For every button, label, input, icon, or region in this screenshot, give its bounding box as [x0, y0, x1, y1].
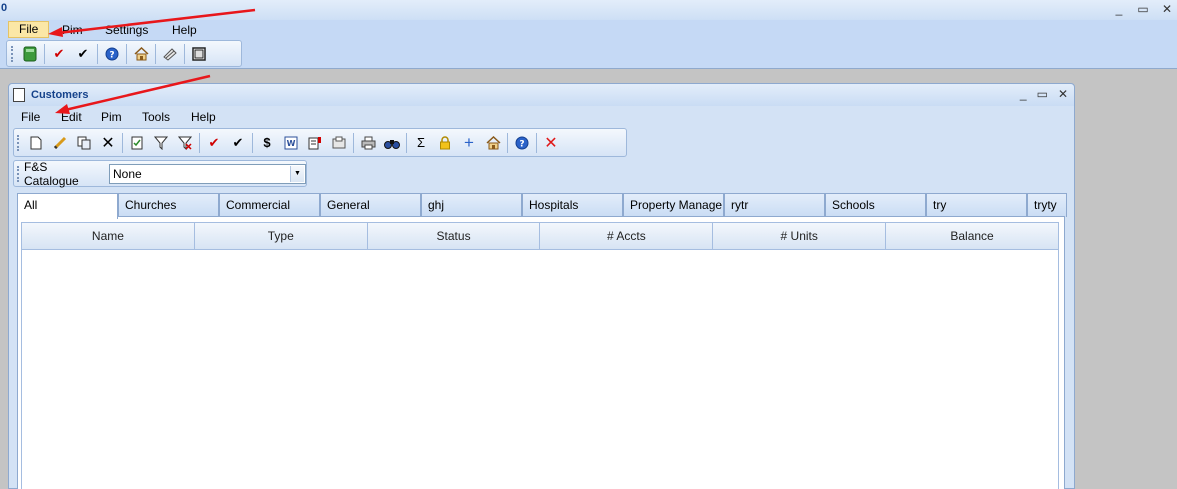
- lock-icon[interactable]: [433, 132, 457, 154]
- clear-filter-icon[interactable]: [173, 132, 197, 154]
- check-red-icon[interactable]: ✔: [202, 132, 226, 154]
- toolbar-separator: [406, 132, 407, 153]
- svg-text:?: ?: [519, 139, 524, 149]
- menu-pim[interactable]: Pim: [62, 23, 83, 37]
- menu-file[interactable]: File: [8, 21, 50, 38]
- customers-toolbar: ✕ ✔ ✔ $ W Σ + ? ✕: [13, 128, 627, 157]
- chevron-down-icon[interactable]: ▼: [290, 165, 305, 182]
- toolbar-separator: [252, 132, 253, 153]
- check-red-icon[interactable]: ✔: [47, 43, 71, 65]
- copy-icon[interactable]: [72, 132, 96, 154]
- grid-header: Name Type Status # Accts # Units Balance: [21, 222, 1059, 250]
- tab-general[interactable]: General: [320, 193, 421, 217]
- attach-icon[interactable]: [327, 132, 351, 154]
- restore-icon[interactable]: ▭: [1037, 87, 1048, 101]
- tab-schools[interactable]: Schools: [825, 193, 926, 217]
- restore-icon[interactable]: ▭: [1137, 2, 1149, 16]
- minimize-icon[interactable]: _: [1113, 2, 1125, 16]
- check-black-icon[interactable]: ✔: [226, 132, 250, 154]
- toolbar-grip[interactable]: [17, 134, 20, 151]
- report-icon[interactable]: [125, 132, 149, 154]
- app-toolbar: ✔ ✔ ?: [6, 40, 242, 67]
- delete-icon[interactable]: ✕: [96, 132, 120, 154]
- toolbar-grip[interactable]: [11, 45, 14, 62]
- toolbar-separator: [126, 43, 127, 64]
- word-icon[interactable]: W: [279, 132, 303, 154]
- column-header-name[interactable]: Name: [22, 223, 195, 249]
- customers-titlebar: Customers _ ▭ ✕: [9, 84, 1074, 106]
- toolbar-separator: [199, 132, 200, 153]
- new-icon[interactable]: [24, 132, 48, 154]
- window-title: Customers: [31, 89, 89, 101]
- print-icon[interactable]: [356, 132, 380, 154]
- close-icon[interactable]: ✕: [1161, 2, 1173, 16]
- child-menu-edit[interactable]: Edit: [61, 110, 82, 124]
- svg-text:W: W: [287, 139, 296, 148]
- dollar-icon[interactable]: $: [255, 132, 279, 154]
- toolbar-grip[interactable]: [17, 165, 20, 182]
- tab-rytr[interactable]: rytr: [724, 193, 825, 217]
- tab-commercial[interactable]: Commercial: [219, 193, 320, 217]
- tab-property-manage[interactable]: Property Manage: [623, 193, 724, 217]
- find-icon[interactable]: [380, 132, 404, 154]
- column-header-type[interactable]: Type: [194, 223, 368, 249]
- toolbar-separator: [44, 43, 45, 64]
- catalogue-select[interactable]: None ▼: [108, 163, 307, 184]
- tab-ghj[interactable]: ghj: [421, 193, 522, 217]
- frame-icon[interactable]: [187, 43, 211, 65]
- child-menu-tools[interactable]: Tools: [142, 110, 170, 124]
- catalogue-toolbar: F&S Catalogue None ▼: [13, 159, 307, 188]
- child-window-controls: _ ▭ ✕: [1020, 87, 1068, 101]
- child-menu-help[interactable]: Help: [191, 110, 216, 124]
- column-header-accts[interactable]: # Accts: [540, 223, 714, 249]
- tab-hospitals[interactable]: Hospitals: [522, 193, 623, 217]
- toolbar-separator: [155, 43, 156, 64]
- sigma-icon[interactable]: Σ: [409, 132, 433, 154]
- home-icon[interactable]: [129, 43, 153, 65]
- plus-icon[interactable]: +: [457, 132, 481, 154]
- help-icon[interactable]: ?: [100, 43, 124, 65]
- database-icon[interactable]: [18, 43, 42, 65]
- menu-help[interactable]: Help: [172, 23, 197, 37]
- child-menubar: File Edit Pim Tools Help: [9, 106, 1074, 126]
- edit-pencil-icon[interactable]: [48, 132, 72, 154]
- book-icon[interactable]: [158, 43, 182, 65]
- close-icon[interactable]: ✕: [1058, 87, 1068, 101]
- filter-icon[interactable]: [149, 132, 173, 154]
- menu-settings[interactable]: Settings: [105, 23, 148, 37]
- toolbar-separator: [184, 43, 185, 64]
- toolbar-separator: [122, 132, 123, 153]
- child-menu-pim[interactable]: Pim: [101, 110, 122, 124]
- toolbar-separator: [353, 132, 354, 153]
- toolbar-separator: [97, 43, 98, 64]
- note-icon[interactable]: [303, 132, 327, 154]
- tab-tryty[interactable]: tryty: [1027, 193, 1067, 217]
- help-icon[interactable]: ?: [510, 132, 534, 154]
- toolbar-separator: [536, 132, 537, 153]
- app-menubar: File Pim Settings Help: [0, 20, 1177, 39]
- check-black-icon[interactable]: ✔: [71, 43, 95, 65]
- customer-tabs: All Churches Commercial General ghj Hosp…: [17, 193, 1067, 219]
- toolbar-separator: [507, 132, 508, 153]
- svg-text:?: ?: [109, 50, 114, 60]
- column-header-balance[interactable]: Balance: [886, 223, 1058, 249]
- tab-panel: Name Type Status # Accts # Units Balance: [17, 216, 1065, 489]
- column-header-units[interactable]: # Units: [713, 223, 887, 249]
- document-icon: [13, 88, 25, 102]
- app-title: 0: [1, 2, 8, 14]
- home-icon[interactable]: [481, 132, 505, 154]
- catalogue-label: F&S Catalogue: [24, 159, 79, 188]
- customers-window: Customers _ ▭ ✕ File Edit Pim Tools Help…: [8, 83, 1075, 489]
- app-window-controls: _ ▭ ✕: [1113, 2, 1173, 16]
- column-header-status[interactable]: Status: [367, 223, 541, 249]
- close-red-icon[interactable]: ✕: [539, 132, 563, 154]
- grid-body[interactable]: [21, 250, 1059, 489]
- catalogue-value: None: [112, 166, 142, 181]
- tab-try[interactable]: try: [926, 193, 1027, 217]
- app-titlebar: 0 _ ▭ ✕: [0, 0, 1177, 20]
- tab-churches[interactable]: Churches: [118, 193, 219, 217]
- child-menu-file[interactable]: File: [21, 110, 40, 124]
- minimize-icon[interactable]: _: [1020, 87, 1027, 101]
- tab-all[interactable]: All: [17, 193, 118, 219]
